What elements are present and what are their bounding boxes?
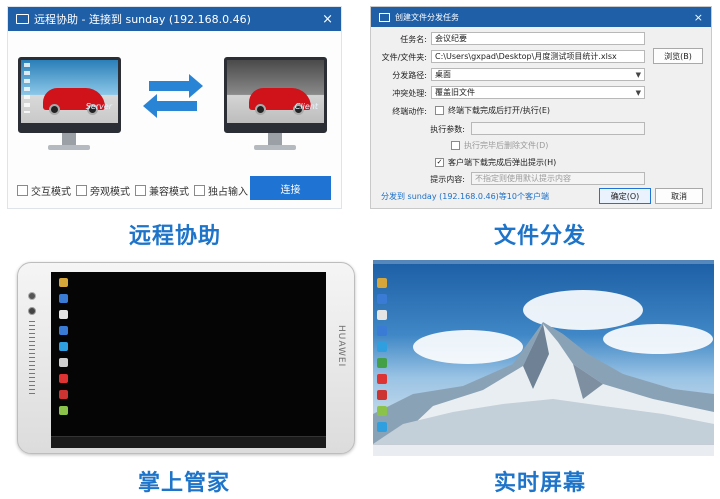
sensor-icon — [28, 307, 36, 315]
file-distribution-dialog: 创建文件分发任务 × 任务名: 会议纪要 文件/文件夹: C:\Users\gx… — [370, 6, 712, 209]
file-path-input[interactable]: C:\Users\gxpad\Desktop\月度测试项目统计.xlsx — [431, 50, 645, 63]
mountain-wallpaper — [373, 322, 714, 444]
live-screen-preview — [373, 260, 714, 456]
close-icon[interactable]: × — [322, 12, 333, 27]
live-screen-taskbar — [373, 444, 714, 456]
task-name-label: 任务名: — [400, 35, 427, 44]
remote-assist-window: 远程协助 - 连接到 sunday (192.168.0.46) × Serve… — [7, 6, 342, 209]
mode-interactive-checkbox[interactable]: 交互模式 — [17, 183, 71, 198]
connect-button[interactable]: 连接 — [250, 176, 331, 200]
caption-remote-assist: 远程协助 — [128, 224, 221, 249]
mode-watch-checkbox[interactable]: 旁观模式 — [76, 183, 130, 198]
close-icon[interactable]: × — [694, 11, 703, 24]
tablet-screen — [51, 272, 326, 448]
conflict-select[interactable]: 覆盖旧文件 ▼ — [431, 86, 645, 99]
conflict-select-value: 覆盖旧文件 — [435, 88, 475, 97]
file-dialog-title: 创建文件分发任务 — [395, 12, 459, 22]
open-after-download-checkbox[interactable]: 终端下载完成后打开/执行(E) — [435, 105, 550, 116]
caption-pocket-manager: 掌上管家 — [137, 471, 230, 496]
caption-file-distribution: 文件分发 — [493, 224, 586, 249]
prompt-label: 提示内容: — [430, 175, 465, 184]
remote-assist-body: Server Client 交互模式 旁观模式 兼容模式 独占输入 连接 — [8, 31, 341, 208]
server-label: Server — [85, 102, 112, 111]
monitor-icon — [379, 12, 390, 22]
exec-params-input[interactable] — [471, 122, 645, 135]
file-dialog-titlebar: 创建文件分发任务 × — [371, 7, 711, 27]
desktop-icons — [377, 278, 391, 438]
browse-button[interactable]: 浏览(B) — [653, 48, 703, 64]
conflict-label: 冲突处理: — [392, 89, 427, 98]
tablet-taskbar — [51, 436, 326, 448]
client-label: Client — [294, 102, 318, 111]
camera-icon — [28, 292, 36, 300]
caption-live-screen: 实时屏幕 — [493, 471, 586, 496]
remote-assist-title: 远程协助 - 连接到 sunday (192.168.0.46) — [34, 13, 251, 26]
delete-after-exec-checkbox[interactable]: 执行完毕后删除文件(D) — [451, 140, 548, 151]
file-label: 文件/文件夹: — [381, 53, 427, 62]
speaker-grill — [29, 321, 35, 396]
remote-assist-titlebar: 远程协助 - 连接到 sunday (192.168.0.46) × — [8, 7, 341, 31]
monitor-icon — [16, 14, 29, 24]
distribution-status: 分发到 sunday (192.168.0.46)等10个客户端 — [381, 192, 549, 201]
path-label: 分发路径: — [392, 71, 427, 80]
chevron-down-icon: ▼ — [635, 89, 641, 97]
popup-after-download-checkbox[interactable]: ✓ 客户端下载完成后弹出提示(H) — [435, 157, 556, 168]
transfer-arrows-icon — [143, 73, 203, 118]
cancel-button[interactable]: 取消 — [655, 188, 703, 204]
path-select-value: 桌面 — [435, 70, 451, 79]
ok-button[interactable]: 确定(O) — [599, 188, 651, 204]
prompt-input[interactable]: 不指定则使用默认提示内容 — [471, 172, 645, 185]
device-brand: HUAWEI — [336, 325, 346, 368]
path-select[interactable]: 桌面 ▼ — [431, 68, 645, 81]
task-name-input[interactable]: 会议纪要 — [431, 32, 645, 45]
action-label: 终端动作: — [392, 107, 427, 116]
exec-params-label: 执行参数: — [430, 125, 465, 134]
client-monitor-image: Client — [224, 57, 327, 153]
server-monitor-image: Server — [18, 57, 121, 153]
mode-exclusive-checkbox[interactable]: 独占输入 — [194, 183, 248, 198]
tablet-image: HUAWEI — [17, 262, 355, 454]
mode-compat-checkbox[interactable]: 兼容模式 — [135, 183, 189, 198]
pocket-manager-device: HUAWEI — [13, 262, 355, 456]
chevron-down-icon: ▼ — [635, 71, 641, 79]
mode-options: 交互模式 旁观模式 兼容模式 独占输入 — [17, 183, 253, 198]
checkmark-icon: ✓ — [435, 158, 444, 167]
desktop-icons — [57, 278, 71, 428]
